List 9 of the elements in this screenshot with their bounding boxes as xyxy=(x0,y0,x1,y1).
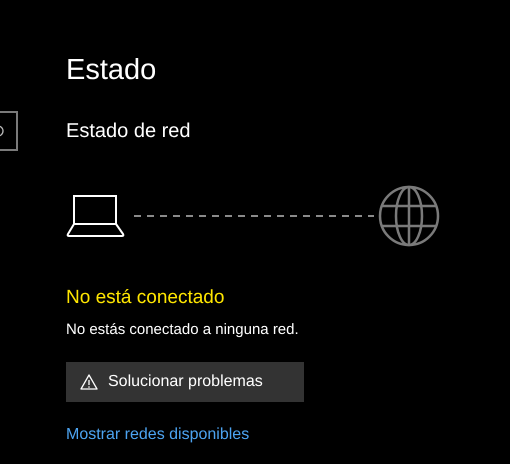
troubleshoot-button[interactable]: Solucionar problemas xyxy=(66,362,304,402)
globe-icon xyxy=(378,185,440,247)
status-headline: No está conectado xyxy=(66,286,224,310)
page-title: Estado xyxy=(66,53,156,88)
section-title: Estado de red xyxy=(66,119,191,144)
show-networks-link[interactable]: Mostrar redes disponibles xyxy=(66,424,250,446)
warning-icon xyxy=(80,374,98,390)
search-icon xyxy=(0,124,6,138)
status-message: No estás conectado a ninguna red. xyxy=(66,320,299,340)
